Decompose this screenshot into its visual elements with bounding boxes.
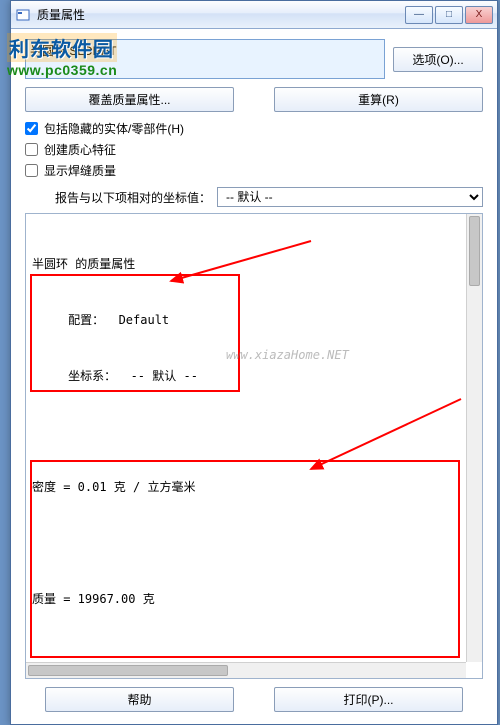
watermark-mid: www.xiazaHome.NET xyxy=(226,346,349,365)
scrollbar-thumb-h[interactable] xyxy=(28,665,228,676)
minimize-button[interactable]: — xyxy=(405,6,433,24)
include-hidden-checkbox[interactable] xyxy=(25,122,38,135)
report-density: 密度 = 0.01 克 / 立方毫米 xyxy=(32,478,476,497)
center-mass-checkbox[interactable] xyxy=(25,143,38,156)
vertical-scrollbar[interactable] xyxy=(466,214,482,662)
report-config: 配置： Default xyxy=(32,311,476,330)
window-controls: — □ X xyxy=(403,6,493,24)
help-button[interactable]: 帮助 xyxy=(45,687,234,712)
dialog-body: 利东软件园 www.pc0359.cn 半圆环.SLDPRT 选项(O)... … xyxy=(11,29,497,724)
bottom-buttons: 帮助 打印(P)... xyxy=(25,687,483,712)
print-button[interactable]: 打印(P)... xyxy=(274,687,463,712)
window-frame: 质量属性 — □ X 利东软件园 www.pc0359.cn 半圆环.SLDPR… xyxy=(10,0,498,725)
coordinate-label: 报告与以下项相对的坐标值： xyxy=(55,189,211,206)
options-button[interactable]: 选项(O)... xyxy=(393,47,483,72)
maximize-button[interactable]: □ xyxy=(435,6,463,24)
file-row: 半圆环.SLDPRT 选项(O)... xyxy=(25,39,483,79)
report-panel[interactable]: 半圆环 的质量属性 配置： Default 坐标系： -- 默认 -- 密度 =… xyxy=(25,213,483,679)
weld-bead-checkbox[interactable] xyxy=(25,164,38,177)
report-header: 半圆环 的质量属性 xyxy=(32,255,476,274)
titlebar[interactable]: 质量属性 — □ X xyxy=(11,1,497,29)
checkbox-center-mass[interactable]: 创建质心特征 xyxy=(25,141,483,158)
app-icon xyxy=(15,7,31,23)
weld-bead-label: 显示焊缝质量 xyxy=(44,162,116,179)
window-title: 质量属性 xyxy=(37,6,403,23)
horizontal-scrollbar[interactable] xyxy=(26,662,466,678)
recalculate-button[interactable]: 重算(R) xyxy=(274,87,483,112)
report-coord: 坐标系： -- 默认 -- xyxy=(32,367,476,386)
coordinate-row: 报告与以下项相对的坐标值： -- 默认 -- xyxy=(25,187,483,207)
include-hidden-label: 包括隐藏的实体/零部件(H) xyxy=(44,120,184,137)
center-mass-label: 创建质心特征 xyxy=(44,141,116,158)
file-input[interactable]: 半圆环.SLDPRT xyxy=(25,39,385,79)
close-button[interactable]: X xyxy=(465,6,493,24)
override-button[interactable]: 覆盖质量属性... xyxy=(25,87,234,112)
checkbox-weld-bead[interactable]: 显示焊缝质量 xyxy=(25,162,483,179)
coordinate-select[interactable]: -- 默认 -- xyxy=(217,187,483,207)
action-row: 覆盖质量属性... 重算(R) xyxy=(25,87,483,112)
scrollbar-thumb-v[interactable] xyxy=(469,216,480,286)
checkbox-include-hidden[interactable]: 包括隐藏的实体/零部件(H) xyxy=(25,120,483,137)
report-mass: 质量 = 19967.00 克 xyxy=(32,590,476,609)
